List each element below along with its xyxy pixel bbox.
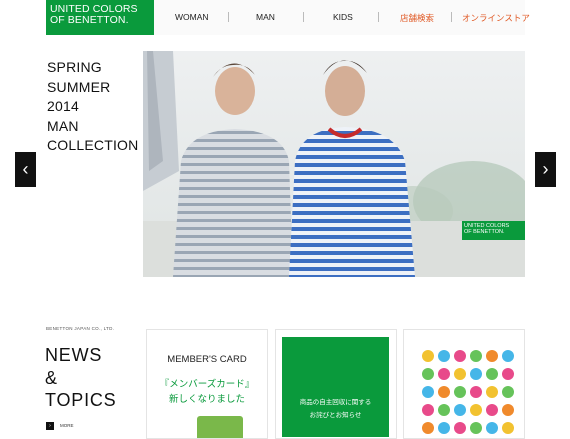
- nav-divider: [451, 12, 452, 22]
- hero-line: SPRING: [47, 59, 102, 75]
- nav-man[interactable]: MAN: [256, 12, 275, 22]
- nav-online-store[interactable]: オンラインストア: [462, 12, 530, 24]
- news-title-line: NEWS: [45, 345, 103, 365]
- member-card-subtitle: 新しくなりました: [168, 394, 245, 405]
- nav-divider: [228, 12, 229, 22]
- hero-line: COLLECTION: [47, 137, 139, 153]
- hero-line: 2014: [47, 98, 79, 114]
- news-topics-heading: NEWS & TOPICS: [45, 344, 116, 412]
- member-card-subtitle: 『メンバーズカード』: [159, 379, 255, 390]
- green-panel: [282, 337, 389, 437]
- recall-notice-banner[interactable]: 商品の自主回収に関する お詫びとお知らせ: [275, 329, 397, 439]
- pattern-banner[interactable]: [403, 329, 525, 439]
- nav-kids[interactable]: KIDS: [333, 12, 353, 22]
- hero-photo-illustration: [143, 51, 525, 277]
- nav-divider: [378, 12, 379, 22]
- carousel-next-button[interactable]: ›: [535, 152, 556, 187]
- recall-line: 商品の自主回収に関する: [299, 399, 372, 406]
- news-title-line: TOPICS: [45, 390, 117, 410]
- chevron-right-icon: ›: [49, 423, 51, 429]
- colorful-pattern-image: [422, 350, 514, 434]
- recall-notice-text: 商品の自主回収に関する お詫びとお知らせ: [282, 396, 389, 422]
- news-title-line: &: [45, 367, 58, 388]
- carousel-prev-button[interactable]: ‹: [15, 152, 36, 187]
- more-button[interactable]: ›: [46, 422, 54, 430]
- logo-line-2: OF BENETTON.: [50, 14, 129, 26]
- nav-woman[interactable]: WOMAN: [175, 12, 209, 22]
- more-link[interactable]: MORE: [60, 423, 74, 428]
- hero-brand-badge: UNITED COLORS OF BENETTON.: [462, 221, 525, 240]
- chevron-right-icon: ›: [542, 159, 549, 179]
- nav-divider: [303, 12, 304, 22]
- hero-photo[interactable]: [143, 51, 525, 277]
- member-card-banner[interactable]: MEMBER'S CARD 『メンバーズカード』 新しくなりました: [146, 329, 268, 439]
- company-name: BENETTON JAPAN CO., LTD.: [46, 326, 115, 331]
- member-card-title: MEMBER'S CARD: [167, 354, 247, 365]
- badge-line-2: OF BENETTON.: [464, 229, 505, 235]
- hero-line: SUMMER: [47, 78, 111, 95]
- nav-store-search[interactable]: 店舗検索: [400, 12, 434, 24]
- recall-line: お詫びとお知らせ: [309, 412, 362, 419]
- chevron-left-icon: ‹: [22, 159, 29, 179]
- brand-logo[interactable]: UNITED COLORS OF BENETTON.: [46, 0, 154, 35]
- hero-headline: SPRING SUMMER 2014 MAN COLLECTION: [47, 58, 138, 156]
- hero-line: MAN: [47, 117, 79, 134]
